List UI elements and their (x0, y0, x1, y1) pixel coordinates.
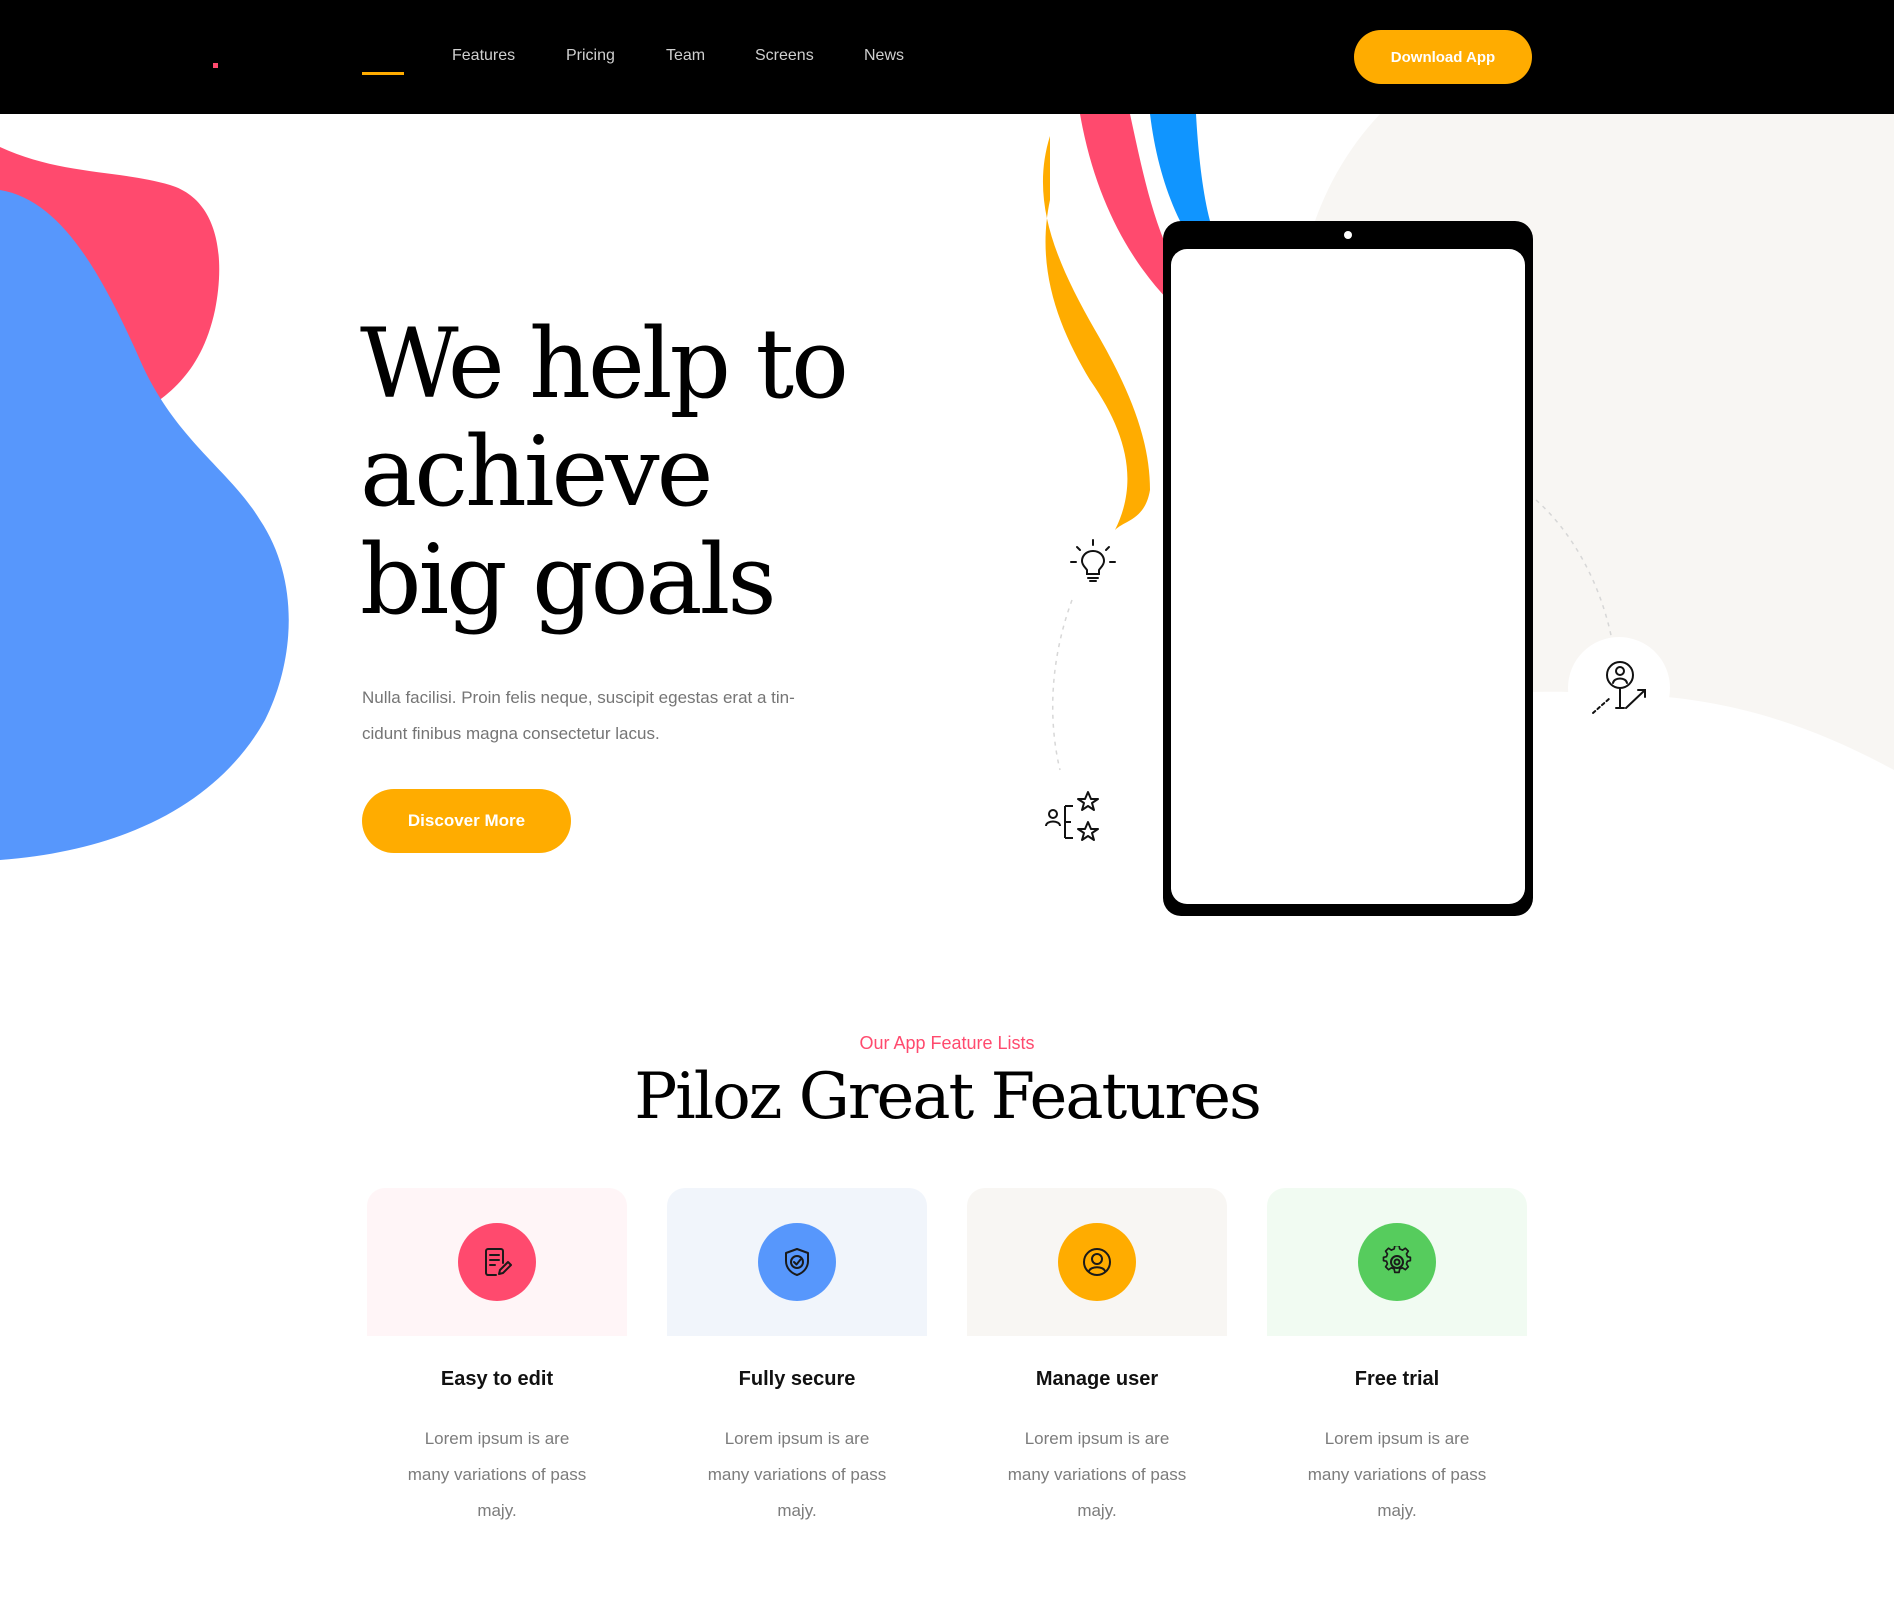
feature-card-title: Easy to edit (440, 1368, 554, 1390)
feature-card-description: Lorem ipsum is are many variations of pa… (707, 1429, 887, 1520)
gear-icon (1358, 1223, 1436, 1301)
stars-rating-icon (1045, 791, 1099, 841)
phone-mockup (1163, 221, 1533, 916)
phone-camera (1344, 231, 1352, 239)
feature-card-header (967, 1188, 1227, 1336)
top-navbar: Features Pricing Team Screens News Downl… (0, 0, 1894, 114)
feature-card-description: Lorem ipsum is are many variations of pa… (407, 1429, 587, 1520)
nav-link-team[interactable]: Team (666, 46, 705, 66)
feature-card-fully-secure: Fully secure Lorem ipsum is are many var… (667, 1188, 927, 1529)
nav-link-pricing[interactable]: Pricing (566, 46, 615, 66)
download-app-button[interactable]: Download App (1354, 30, 1532, 84)
lightbulb-icon (1070, 539, 1116, 582)
features-title: Piloz Great Features (634, 1060, 1262, 1134)
feature-card-title: Fully secure (738, 1368, 856, 1390)
feature-card-free-trial: Free trial Lorem ipsum is are many varia… (1267, 1188, 1527, 1529)
feature-card-title: Free trial (1354, 1368, 1440, 1390)
logo[interactable] (213, 63, 218, 68)
feature-card-easy-to-edit: Easy to edit Lorem ipsum is are many var… (367, 1188, 627, 1529)
user-growth-icon (1592, 661, 1646, 714)
phone-screen (1171, 249, 1525, 904)
hero-title: We help to achieve big goals (360, 308, 849, 636)
hero-description: Nulla facilisi. Proin felis neque, susci… (362, 688, 795, 743)
feature-card-header (367, 1188, 627, 1336)
feature-card-description: Lorem ipsum is are many variations of pa… (1307, 1429, 1487, 1520)
nav-link-features[interactable]: Features (452, 46, 515, 66)
feature-card-header (667, 1188, 927, 1336)
nav-link-news[interactable]: News (864, 46, 904, 66)
hero-background-shapes (0, 114, 1894, 860)
features-subtitle: Our App Feature Lists (859, 1033, 1035, 1053)
nav-active-indicator (362, 72, 404, 75)
feature-card-header (1267, 1188, 1527, 1336)
discover-more-button[interactable]: Discover More (362, 789, 571, 853)
shield-check-icon (758, 1223, 836, 1301)
feature-card-description: Lorem ipsum is are many variations of pa… (1007, 1429, 1187, 1520)
nav-link-screens[interactable]: Screens (755, 46, 814, 66)
user-circle-icon (1058, 1223, 1136, 1301)
feature-card-title: Manage user (1035, 1368, 1159, 1390)
feature-card-manage-user: Manage user Lorem ipsum is are many vari… (967, 1188, 1227, 1529)
edit-document-icon (458, 1223, 536, 1301)
